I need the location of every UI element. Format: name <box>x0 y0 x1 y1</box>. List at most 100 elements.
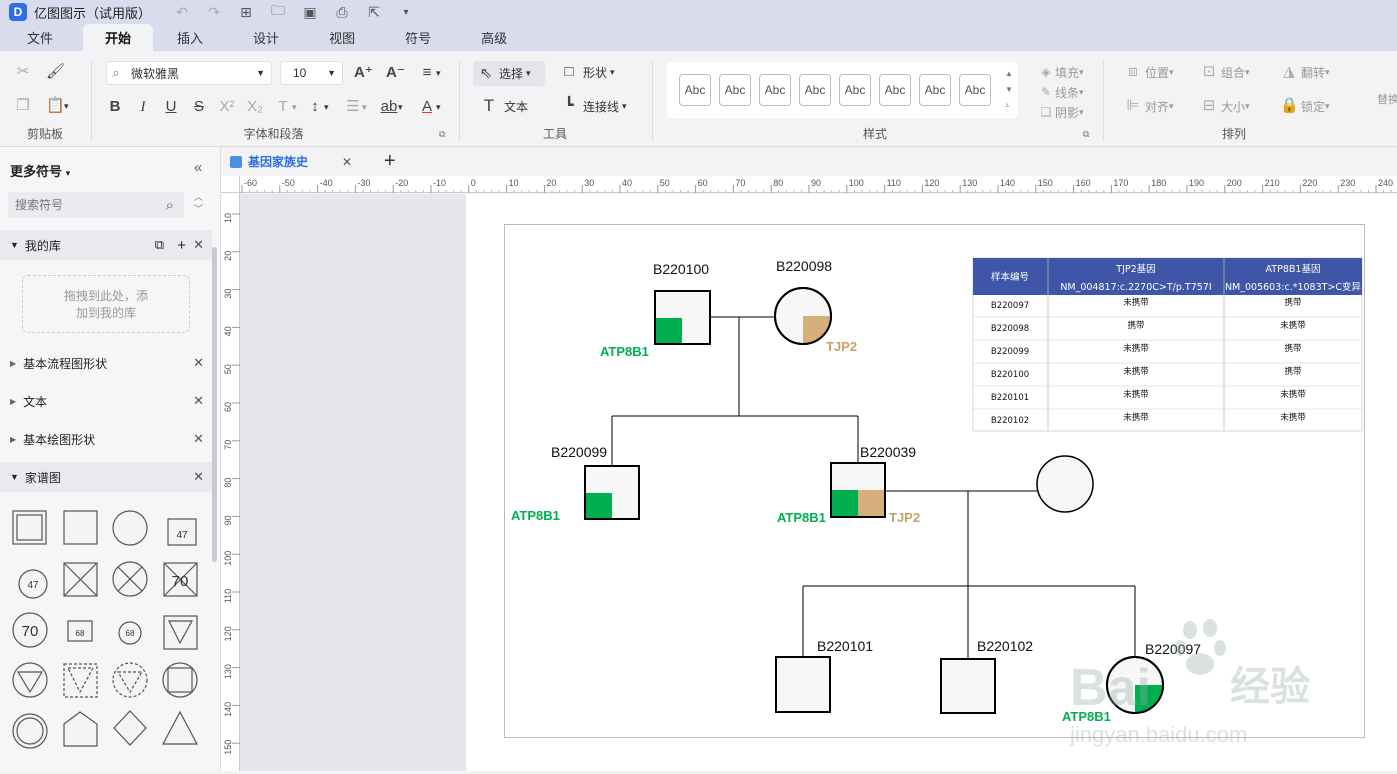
bullets-button[interactable]: ☰ ▾ <box>344 98 366 116</box>
font-grow-button[interactable]: A⁺ <box>354 64 373 82</box>
tab-insert[interactable]: 插入 <box>155 24 225 51</box>
bold-button[interactable]: B <box>106 98 124 116</box>
ruler-label: 60 <box>223 402 233 412</box>
collapse-panel-icon[interactable]: « <box>194 159 202 176</box>
flip-button[interactable]: ◮ 翻转 ▾ <box>1280 63 1329 81</box>
tab-advanced[interactable]: 高级 <box>459 24 529 51</box>
tab-file[interactable]: 文件 <box>5 24 75 51</box>
shape-circle-double[interactable] <box>12 713 48 749</box>
sidebar-scrollbar[interactable] <box>212 247 217 562</box>
ruler-label: 120 <box>924 178 939 188</box>
strikethrough-button[interactable]: S <box>190 98 208 116</box>
chevron-down-icon: ▼ <box>256 68 265 78</box>
ruler-label: 130 <box>962 178 977 188</box>
bullets-icon: ☰ <box>346 98 360 115</box>
shape-triangle[interactable] <box>162 710 198 745</box>
shape-square[interactable] <box>63 510 98 545</box>
scroll-arrows-icon[interactable]: ︿ ﹀ <box>194 191 203 215</box>
style-dialog-launcher-icon[interactable]: ⧉ <box>1083 129 1089 140</box>
font-size-select[interactable]: 10 ▼ <box>280 61 343 85</box>
shape-circle-square[interactable] <box>162 662 198 698</box>
position-button[interactable]: ⧈ 位置 ▾ <box>1124 63 1173 81</box>
select-tool-button[interactable]: ⇖ 选择 ▾ <box>473 61 545 86</box>
lock-button[interactable]: 🔒 锁定 ▾ <box>1280 97 1330 115</box>
align-objects-button[interactable]: ⊫ 对齐 ▾ <box>1124 97 1173 115</box>
library-drop-area[interactable]: 拖拽到此处，添 加到我的库 <box>22 275 190 333</box>
tab-home[interactable]: 开始 <box>83 24 154 51</box>
line-spacing-button[interactable]: ↕ ▾ <box>306 98 328 116</box>
close-icon[interactable]: ✕ <box>193 469 204 485</box>
export-icon[interactable]: ⇱ <box>365 4 383 21</box>
highlight-button[interactable]: ab ▾ <box>380 98 403 116</box>
size-button[interactable]: ⊟ 大小 ▾ <box>1200 97 1250 115</box>
close-icon[interactable]: ✕ <box>342 155 352 169</box>
symbol-library-panel: 更多符号 ▾ « ⌕ ︿﹀ ▼ 我的库 ⧉ + ✕ 拖拽到此处，添 加到我的库 … <box>0 147 221 771</box>
new-icon[interactable]: ⊞ <box>237 4 255 21</box>
tab-view[interactable]: 视图 <box>307 24 377 51</box>
font-shrink-button[interactable]: A⁻ <box>386 64 405 82</box>
section-text[interactable]: ▶ 文本 ✕ <box>0 386 212 416</box>
paste-button[interactable]: 📋 ▾ <box>46 97 69 115</box>
add-icon[interactable]: + <box>177 237 186 254</box>
font-color-button[interactable]: A ▾ <box>418 98 441 116</box>
arrange-group: ⧈ 位置 ▾ ⊡ 组合 ▾ ◮ 翻转 ▾ ⊫ 对齐 ▾ ⊟ 大小 ▾ 🔒 锁定 ▾ 排列 <box>1104 51 1364 147</box>
shape-diamond[interactable] <box>113 710 147 746</box>
shape-square-double[interactable] <box>12 510 47 545</box>
symbol-search-input[interactable] <box>15 198 155 212</box>
font-family-select[interactable]: ⌕ 微软雅黑 ▼ <box>106 61 272 85</box>
format-painter-button[interactable]: 🖌 <box>46 63 65 81</box>
close-icon[interactable]: ✕ <box>193 431 204 447</box>
close-icon[interactable]: ✕ <box>193 355 204 371</box>
close-icon[interactable]: ✕ <box>193 393 204 409</box>
add-tab-icon[interactable]: + <box>384 150 396 173</box>
section-basic-drawing[interactable]: ▶ 基本绘图形状 ✕ <box>0 424 212 454</box>
group-button[interactable]: ⊡ 组合 ▾ <box>1200 63 1250 81</box>
panel-title[interactable]: 更多符号 ▾ <box>10 161 70 180</box>
paste-icon: 📋 <box>46 97 65 114</box>
close-icon[interactable]: ✕ <box>193 237 204 253</box>
text-case-button[interactable]: T ▾ <box>274 98 296 116</box>
shape-square-deceased[interactable] <box>63 562 98 597</box>
section-my-library[interactable]: ▼ 我的库 ⧉ + ✕ <box>0 230 212 260</box>
superscript-button[interactable]: X² <box>218 98 236 116</box>
underline-button[interactable]: U <box>162 98 180 116</box>
shape-square-dashed[interactable] <box>63 663 98 698</box>
subscript-button[interactable]: X₂ <box>246 98 264 116</box>
section-genogram[interactable]: ▼ 家谱图 ✕ <box>0 462 212 492</box>
shape-square-triangle[interactable] <box>163 615 198 650</box>
shape-circle-triangle[interactable] <box>12 662 48 698</box>
more-icon[interactable]: ▾ <box>397 7 415 18</box>
ruler-label: 70 <box>735 178 745 188</box>
connector-tool-button[interactable]: ┗ 连接线 ▾ <box>560 97 626 115</box>
cut-button[interactable]: ✂ <box>14 63 32 81</box>
redo-icon[interactable]: ↷ <box>205 4 223 21</box>
text-tool-button[interactable]: T 文本 <box>480 97 528 115</box>
print-icon[interactable]: ⎙ <box>333 4 351 21</box>
undo-icon[interactable]: ↶ <box>173 4 191 21</box>
open-icon[interactable]: 🗀 <box>269 0 287 24</box>
document-tab[interactable]: 基因家族史 ✕ <box>230 153 352 170</box>
tab-design[interactable]: 设计 <box>231 24 301 51</box>
ruler-label: 10 <box>509 178 519 188</box>
diagram-container[interactable] <box>504 224 1365 738</box>
copy-button[interactable]: ❐ <box>14 97 32 115</box>
import-icon[interactable]: ⧉ <box>155 237 164 253</box>
replace-button[interactable]: 替换 <box>1377 91 1397 107</box>
horizontal-ruler-ticks: -60 -50 -40 -30 -20 -10 0 10 20 30 40 50 60 70 80 90 100… <box>241 178 1393 193</box>
shape-pentagon[interactable] <box>63 711 98 747</box>
highlight-icon: ab <box>380 98 398 115</box>
ruler-label: 40 <box>223 326 233 336</box>
font-dialog-launcher-icon[interactable]: ⧉ <box>439 129 445 140</box>
align-button[interactable]: ≡ ▾ <box>418 64 441 82</box>
save-icon[interactable]: ▣ <box>301 4 319 21</box>
quick-access-toolbar: ↶ ↷ ⊞ 🗀 ▣ ⎙ ⇱ ▾ <box>173 0 415 24</box>
tab-symbol[interactable]: 符号 <box>383 24 453 51</box>
italic-button[interactable]: I <box>134 98 152 116</box>
app-logo-icon: D <box>9 3 27 21</box>
section-basic-flowchart[interactable]: ▶ 基本流程图形状 ✕ <box>0 348 212 378</box>
shape-circle[interactable] <box>112 510 148 546</box>
shape-circle-dashed[interactable] <box>112 662 148 698</box>
shape-circle-deceased[interactable] <box>112 561 148 597</box>
search-icon[interactable]: ⌕ <box>166 197 174 214</box>
shape-tool-button[interactable]: □ 形状 ▾ <box>560 63 614 81</box>
